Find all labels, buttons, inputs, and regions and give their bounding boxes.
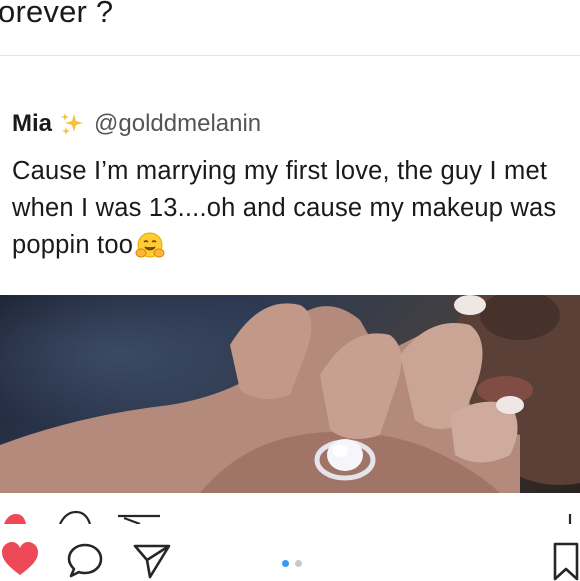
tweet-header: Mia @golddmelanin bbox=[12, 110, 261, 138]
hand-with-ring-photo[interactable] bbox=[0, 295, 580, 493]
tweet-author-handle: @golddmelanin bbox=[94, 110, 262, 137]
hugging-face-icon bbox=[135, 231, 165, 261]
ghost-action-row bbox=[0, 508, 580, 526]
share-icon[interactable] bbox=[132, 542, 172, 580]
carousel-dot-active[interactable] bbox=[282, 560, 289, 567]
sparkles-icon bbox=[58, 110, 86, 138]
tweet-body: Cause I’m marrying my first love, the gu… bbox=[12, 153, 578, 264]
tweet-author-name: Mia bbox=[12, 110, 53, 137]
heart-icon[interactable] bbox=[0, 539, 40, 579]
carousel-indicator bbox=[282, 560, 302, 567]
tweet-text: Cause I’m marrying my first love, the gu… bbox=[12, 157, 557, 259]
divider bbox=[0, 55, 580, 56]
bookmark-icon[interactable] bbox=[552, 541, 580, 581]
comment-icon[interactable] bbox=[66, 541, 104, 579]
carousel-dot[interactable] bbox=[295, 560, 302, 567]
post-caption-fragment: orever ? bbox=[0, 0, 114, 29]
post-action-bar bbox=[0, 535, 580, 581]
